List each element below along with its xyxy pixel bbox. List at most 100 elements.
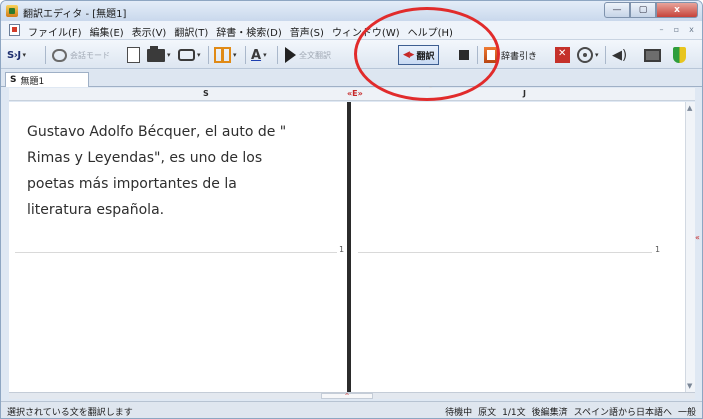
toolbar-separator	[245, 46, 246, 64]
source-text[interactable]: Gustavo Adolfo Bécquer, el auto de " Rim…	[27, 119, 327, 223]
open-button[interactable]: ▾	[147, 45, 171, 65]
title-bar[interactable]: 翻訳エディタ - [無題1] — ▢ x	[1, 1, 702, 21]
splitter-grip[interactable]: ^	[321, 393, 373, 400]
new-file-icon	[127, 47, 140, 63]
vertical-scrollbar[interactable]: ▲ ▼	[685, 102, 695, 392]
bottom-splitter[interactable]: ^	[9, 392, 695, 400]
source-pane[interactable]: Gustavo Adolfo Bécquer, el auto de " Rim…	[9, 102, 347, 392]
target-column-label: J	[523, 89, 526, 98]
toolbar-separator	[208, 46, 209, 64]
menu-help[interactable]: ヘルプ(H)	[405, 24, 456, 39]
window-controls: — ▢ x	[604, 2, 698, 18]
menu-edit[interactable]: 編集(E)	[87, 24, 127, 39]
document-icon[interactable]	[9, 24, 20, 36]
document-minimize-button[interactable]: –	[655, 24, 668, 36]
menu-window[interactable]: ウィンドウ(W)	[329, 24, 403, 39]
screen-button[interactable]	[644, 45, 661, 65]
status-message: 選択されている文を翻訳します	[7, 408, 133, 418]
layout-button[interactable]: ▾	[214, 45, 237, 65]
user-dictionary-button[interactable]	[555, 45, 570, 65]
document-close-button[interactable]: x	[685, 24, 698, 36]
font-icon: A	[251, 47, 262, 63]
dictionary-lookup-label: 辞書引き	[501, 51, 538, 62]
scroll-down-icon[interactable]: ▼	[687, 382, 692, 390]
toolbar-separator	[45, 46, 46, 64]
status-post-edit: 後編集済	[531, 408, 568, 418]
side-panel-toggle-icon[interactable]: «	[695, 233, 700, 242]
save-icon	[178, 49, 195, 61]
dictionary-icon	[484, 47, 498, 63]
translate-button-frame[interactable]: ◀▸ 翻訳	[398, 45, 440, 65]
speaker-icon: ◀)	[612, 47, 628, 63]
chevron-down-icon: ▾	[263, 51, 267, 59]
stop-button[interactable]	[459, 45, 469, 65]
source-line: Gustavo Adolfo Bécquer, el auto de "	[27, 124, 287, 140]
maximize-button[interactable]: ▢	[630, 2, 656, 18]
target-sentence-number: 1	[655, 245, 661, 254]
tab-untitled1[interactable]: S 無題1	[5, 72, 89, 87]
toolbar-separator	[605, 46, 606, 64]
globe-icon	[577, 47, 593, 63]
toolbar-separator	[277, 46, 278, 64]
save-button[interactable]: ▾	[178, 45, 201, 65]
stop-icon	[459, 50, 469, 60]
open-folder-icon	[147, 45, 165, 62]
document-tab-strip: S 無題1	[1, 70, 702, 87]
sj-logo: S›J	[7, 49, 21, 61]
translate-button[interactable]: ◀▸ 翻訳	[398, 45, 440, 65]
source-line: poetas más importantes de la	[27, 176, 237, 192]
status-language-direction: スペイン語から日本語へ	[573, 408, 672, 418]
column-header: S «E» J	[9, 88, 695, 101]
menu-dictionary-search[interactable]: 辞書・検索(D)	[213, 24, 285, 39]
sentence-separator	[358, 252, 652, 253]
font-button[interactable]: A ▾	[251, 45, 267, 65]
tab-source-marker: S	[10, 75, 17, 85]
screen-icon	[644, 48, 661, 62]
shield-icon	[673, 47, 686, 63]
status-pane: 原文	[478, 408, 497, 418]
menu-items: ファイル(F) 編集(E) 表示(V) 翻訳(T) 辞書・検索(D) 音声(S)…	[25, 24, 458, 39]
app-window: 翻訳エディタ - [無題1] — ▢ x ファイル(F) 編集(E) 表示(V)…	[0, 0, 703, 419]
menu-bar: ファイル(F) 編集(E) 表示(V) 翻訳(T) 辞書・検索(D) 音声(S)…	[1, 21, 702, 40]
translation-editor-app-icon[interactable]	[6, 5, 18, 17]
minimize-button[interactable]: —	[604, 2, 630, 18]
speech-bubble-icon	[52, 48, 67, 62]
menu-voice[interactable]: 音声(S)	[287, 24, 327, 39]
menu-translate[interactable]: 翻訳(T)	[171, 24, 211, 39]
red-book-icon	[555, 47, 570, 63]
play-icon	[285, 47, 296, 63]
translate-button-label: 翻訳	[416, 51, 435, 62]
shield-button[interactable]	[673, 45, 686, 65]
translation-editor: Gustavo Adolfo Bécquer, el auto de " Rim…	[9, 102, 685, 392]
pane-divider[interactable]	[347, 102, 351, 392]
read-aloud-button[interactable]: ◀)	[612, 45, 627, 65]
engine-column-label[interactable]: «E»	[347, 89, 363, 98]
translate-all-label: 全文翻訳	[299, 50, 331, 60]
target-pane[interactable]	[352, 102, 685, 392]
chevron-down-icon: ▾	[197, 51, 201, 59]
web-search-button[interactable]: ▾	[577, 45, 599, 65]
chevron-down-icon: ▾	[233, 51, 237, 59]
new-document-button[interactable]	[127, 45, 140, 65]
translate-all-button[interactable]: 全文翻訳	[285, 45, 331, 65]
close-button[interactable]: x	[656, 2, 698, 18]
chevron-down-icon: ▾	[167, 51, 171, 59]
source-line: literatura española.	[27, 202, 165, 218]
speech-mode-label: 会話モード	[70, 50, 110, 60]
menu-view[interactable]: 表示(V)	[129, 24, 170, 39]
window-title: 翻訳エディタ - [無題1]	[23, 9, 127, 20]
toolbar: S›J ▾ 会話モード ▾ ▾ ▾ A ▾ 全文翻訳 ◀▸ 翻訳 辞書引き ✕ …	[1, 40, 702, 69]
document-restore-button[interactable]: ▫	[670, 24, 683, 36]
source-sentence-number: 1	[339, 245, 345, 254]
status-bar: 選択されている文を翻訳します 待機中 原文 1/1文 後編集済 スペイン語から日…	[1, 401, 702, 418]
dictionary-lookup-button[interactable]: 辞書引き	[484, 45, 537, 65]
status-sentence-count: 1/1文	[502, 408, 526, 418]
language-direction-button[interactable]: S›J ▾	[7, 45, 26, 65]
status-field: 一般	[677, 408, 696, 418]
menu-file[interactable]: ファイル(F)	[25, 24, 85, 39]
status-segments: 待機中 原文 1/1文 後編集済 スペイン語から日本語へ 一般	[439, 405, 696, 418]
scroll-up-icon[interactable]: ▲	[687, 104, 692, 112]
chevron-down-icon: ▾	[22, 51, 27, 59]
document-window-controls: – ▫ x	[653, 24, 698, 36]
speech-mode-button[interactable]: 会話モード	[52, 45, 110, 65]
